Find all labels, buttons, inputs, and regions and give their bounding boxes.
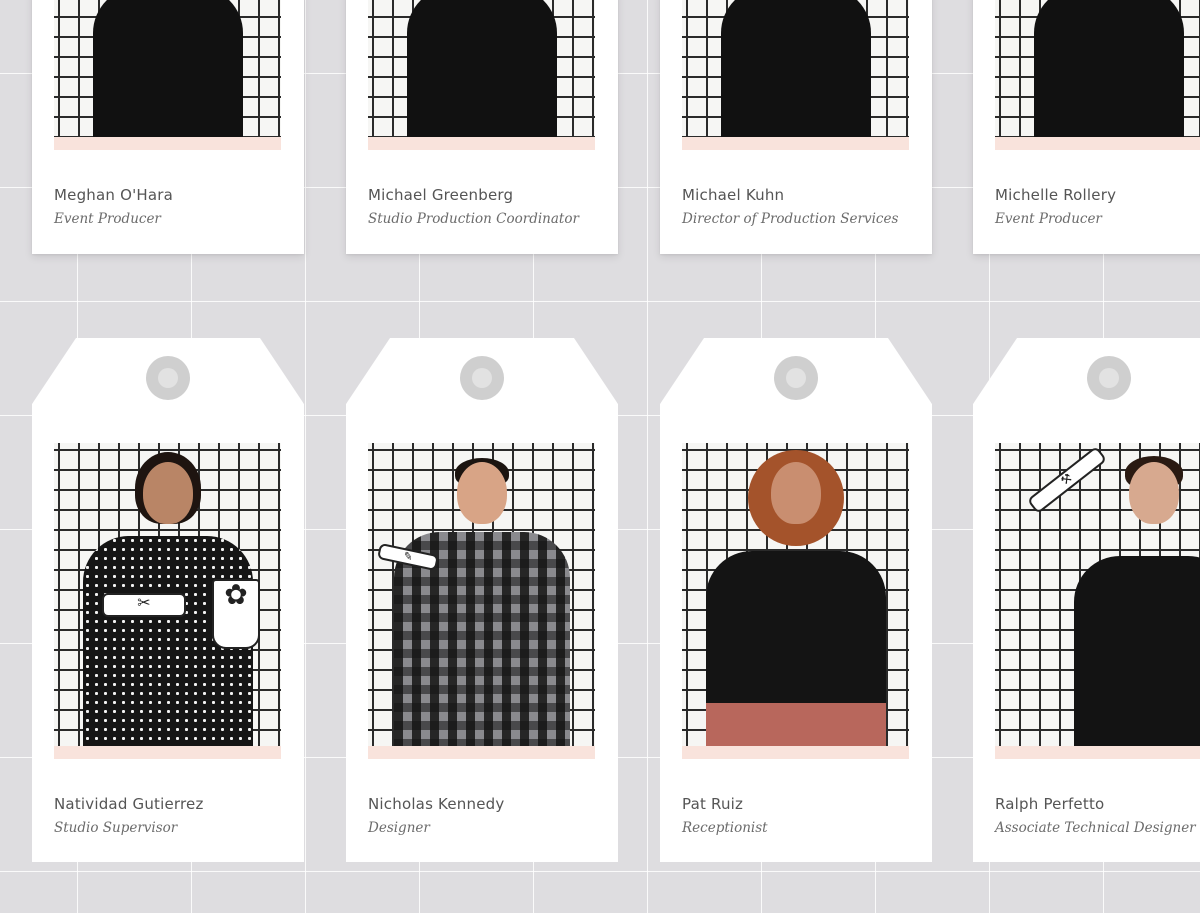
tag-hole-icon [1087,356,1131,400]
team-member-photo [54,0,281,150]
team-member-photo: ✎ [368,443,595,759]
photo-accent-stripe [368,137,595,150]
team-member-photo [682,443,909,759]
photo-accent-stripe [995,137,1200,150]
team-member-card[interactable]: Michelle Rollery Event Producer [973,0,1200,254]
photo-accent-stripe [995,746,1200,759]
team-member-name: Michael Kuhn [682,186,785,204]
team-member-name: Natividad Gutierrez [54,795,204,813]
photo-accent-stripe [54,746,281,759]
team-member-tag-card[interactable]: ⚒ Ralph Perfetto Associate Technical Des… [973,338,1200,862]
team-member-role: Receptionist [682,820,768,836]
team-member-role: Associate Technical Designer [995,820,1196,836]
team-member-card[interactable]: Meghan O'Hara Event Producer [32,0,304,254]
team-member-name: Michael Greenberg [368,186,514,204]
team-member-name: Nicholas Kennedy [368,795,505,813]
photo-accent-stripe [682,137,909,150]
team-member-role: Studio Production Coordinator [368,211,579,227]
photo-accent-stripe [682,746,909,759]
team-member-photo [682,0,909,150]
scissors-icon: ✂ [102,593,186,617]
team-member-name: Michelle Rollery [995,186,1117,204]
team-member-role: Event Producer [995,211,1102,227]
tag-hole-icon [774,356,818,400]
photo-accent-stripe [54,137,281,150]
team-member-role: Director of Production Services [682,211,899,227]
team-member-role: Designer [368,820,430,836]
team-member-photo [995,0,1200,150]
photo-accent-stripe [368,746,595,759]
potted-plant-icon: ✿ [212,579,260,649]
team-member-photo: ⚒ [995,443,1200,759]
team-member-role: Event Producer [54,211,161,227]
team-member-name: Meghan O'Hara [54,186,174,204]
tag-hole-icon [146,356,190,400]
team-member-name: Ralph Perfetto [995,795,1105,813]
team-directory: Meghan O'Hara Event Producer Michael Gre… [0,0,1200,913]
team-member-tag-card[interactable]: ✂ ✿ Natividad Gutierrez Studio Superviso… [32,338,304,862]
team-member-tag-card[interactable]: Pat Ruiz Receptionist [660,338,932,862]
team-member-card[interactable]: Michael Greenberg Studio Production Coor… [346,0,618,254]
team-member-role: Studio Supervisor [54,820,178,836]
tag-hole-icon [460,356,504,400]
team-member-name: Pat Ruiz [682,795,744,813]
team-member-tag-card[interactable]: ✎ Nicholas Kennedy Designer [346,338,618,862]
team-member-card[interactable]: Michael Kuhn Director of Production Serv… [660,0,932,254]
team-member-photo: ✂ ✿ [54,443,281,759]
team-member-photo [368,0,595,150]
